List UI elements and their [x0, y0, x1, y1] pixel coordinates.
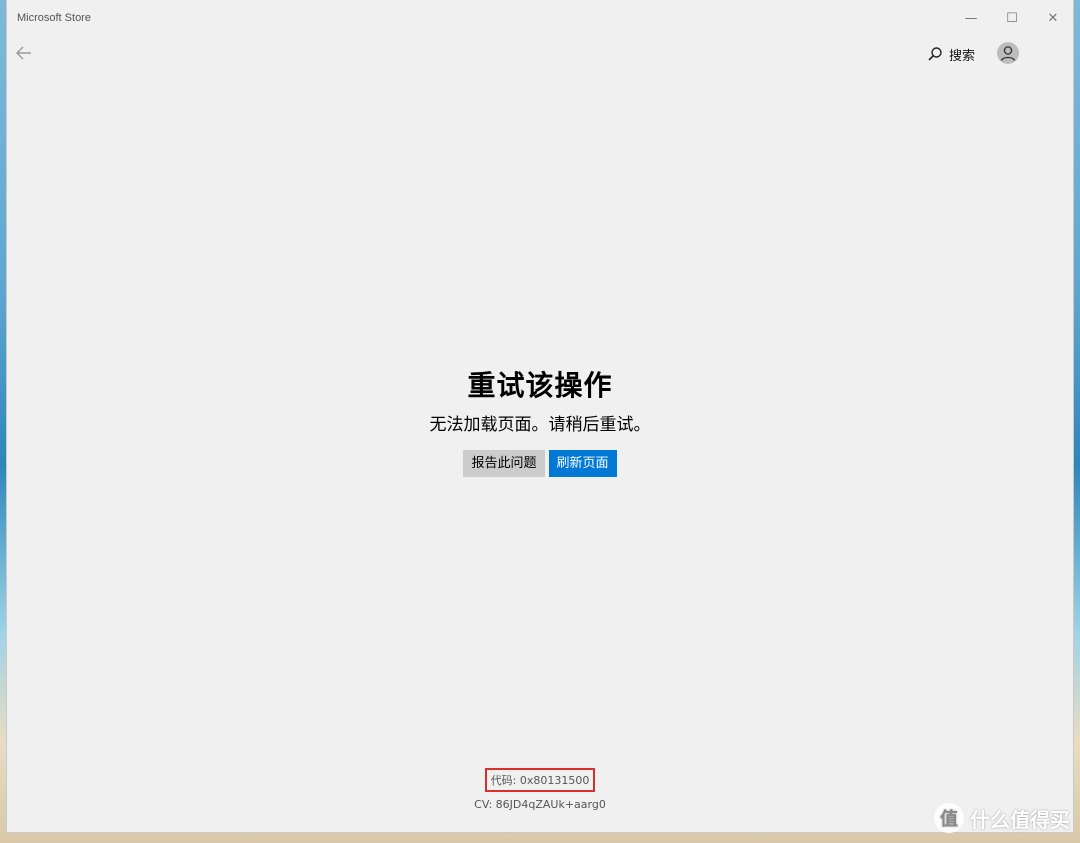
error-code-container: 代码: 0x80131500 [7, 768, 1073, 792]
account-avatar[interactable] [997, 42, 1019, 64]
correlation-vector: CV: 86JD4qZAUk+aarg0 [474, 798, 606, 811]
error-actions: 报告此问题 刷新页面 [7, 450, 1073, 477]
search-button[interactable]: 搜索 [927, 42, 975, 66]
user-icon [997, 42, 1019, 64]
back-arrow-icon [16, 46, 31, 60]
back-button[interactable] [13, 42, 35, 64]
close-button[interactable]: ✕ [1033, 6, 1073, 32]
error-code: 代码: 0x80131500 [484, 768, 596, 792]
watermark-logo-icon: 值 [934, 803, 964, 833]
title-bar: Microsoft Store — ☐ ✕ [7, 0, 1073, 36]
error-message: 无法加载页面。请稍后重试。 [429, 415, 651, 435]
error-heading: 重试该操作 [467, 369, 613, 402]
refresh-page-button[interactable]: 刷新页面 [548, 450, 617, 477]
report-issue-button[interactable]: 报告此问题 [463, 450, 545, 477]
minimize-button[interactable]: — [951, 6, 991, 32]
watermark-text: 什么值得买 [970, 807, 1070, 832]
search-icon [928, 47, 942, 61]
maximize-button[interactable]: ☐ [992, 6, 1032, 32]
watermark: 值 什么值得买 [934, 803, 1070, 833]
store-window: Microsoft Store — ☐ ✕ 搜索 重试该操作 无法加载页面。请稍… [7, 0, 1073, 832]
app-title: Microsoft Store [17, 12, 91, 24]
search-label: 搜索 [949, 48, 976, 64]
